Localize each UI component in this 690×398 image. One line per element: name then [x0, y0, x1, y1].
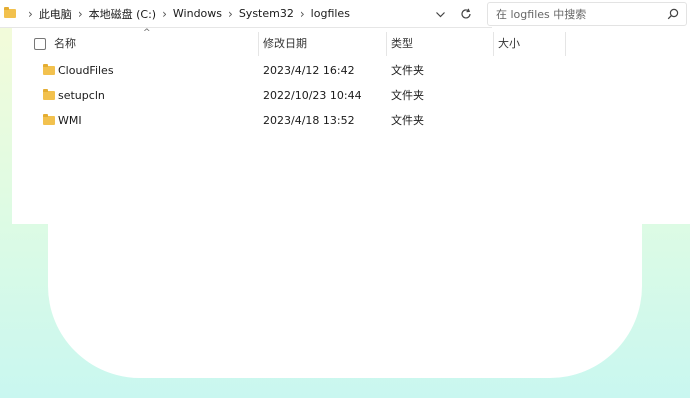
column-divider[interactable] [258, 32, 259, 56]
chevron-right-icon[interactable]: › [228, 8, 233, 20]
file-type: 文件夹 [391, 64, 424, 77]
file-row-setupcln[interactable]: setupcln 2022/10/23 10:44 文件夹 [12, 84, 690, 108]
refresh-icon [461, 8, 471, 19]
breadcrumb-local-disk[interactable]: 本地磁盘 (C:) [89, 6, 156, 22]
column-header-name[interactable]: 名称 [54, 30, 76, 58]
column-divider[interactable] [386, 32, 387, 56]
refresh-button[interactable] [456, 4, 476, 24]
navigation-bar: › 此电脑 › 本地磁盘 (C:) › Windows › System32 ›… [0, 0, 690, 28]
chevron-right-icon[interactable]: › [78, 8, 83, 20]
folder-icon [43, 89, 55, 100]
chevron-right-icon[interactable]: › [28, 8, 33, 20]
breadcrumb-this-pc[interactable]: 此电脑 [39, 6, 72, 22]
breadcrumb-system32[interactable]: System32 [239, 7, 294, 20]
file-explorer-window: › 此电脑 › 本地磁盘 (C:) › Windows › System32 ›… [0, 0, 690, 224]
chevron-down-icon [435, 11, 445, 17]
file-name[interactable]: setupcln [58, 84, 105, 108]
column-divider[interactable] [493, 32, 494, 56]
select-all-checkbox[interactable] [34, 38, 46, 50]
file-type: 文件夹 [391, 89, 424, 102]
file-row-wmi[interactable]: WMI 2023/4/18 13:52 文件夹 [12, 109, 690, 133]
address-history-dropdown[interactable] [430, 4, 450, 24]
breadcrumb-logfiles[interactable]: logfiles [311, 7, 350, 20]
column-header-type[interactable]: 类型 [391, 30, 413, 58]
lower-panel [48, 224, 642, 378]
folder-icon [4, 7, 16, 18]
breadcrumb-windows[interactable]: Windows [173, 7, 222, 20]
column-divider[interactable] [565, 32, 566, 56]
file-name[interactable]: CloudFiles [58, 59, 114, 83]
chevron-right-icon[interactable]: › [162, 8, 167, 20]
search-input[interactable] [494, 6, 663, 22]
file-row-cloudfiles[interactable]: CloudFiles 2023/4/12 16:42 文件夹 [12, 59, 690, 83]
sort-up-icon: ^ [143, 28, 151, 38]
file-modified-date: 2023/4/18 13:52 [263, 114, 355, 127]
search-box[interactable] [487, 2, 687, 26]
column-header-modified[interactable]: 修改日期 [263, 30, 307, 58]
address-bar[interactable]: › 此电脑 › 本地磁盘 (C:) › Windows › System32 ›… [0, 0, 492, 28]
file-type: 文件夹 [391, 114, 424, 127]
file-modified-date: 2022/10/23 10:44 [263, 89, 362, 102]
chevron-right-icon[interactable]: › [300, 8, 305, 20]
column-header-row: 名称 ^ 修改日期 类型 大小 [12, 28, 690, 58]
file-name[interactable]: WMI [58, 109, 82, 133]
column-header-size[interactable]: 大小 [498, 30, 520, 58]
folder-icon [43, 114, 55, 125]
folder-icon [43, 64, 55, 75]
search-icon[interactable] [667, 8, 679, 20]
file-modified-date: 2023/4/12 16:42 [263, 64, 355, 77]
